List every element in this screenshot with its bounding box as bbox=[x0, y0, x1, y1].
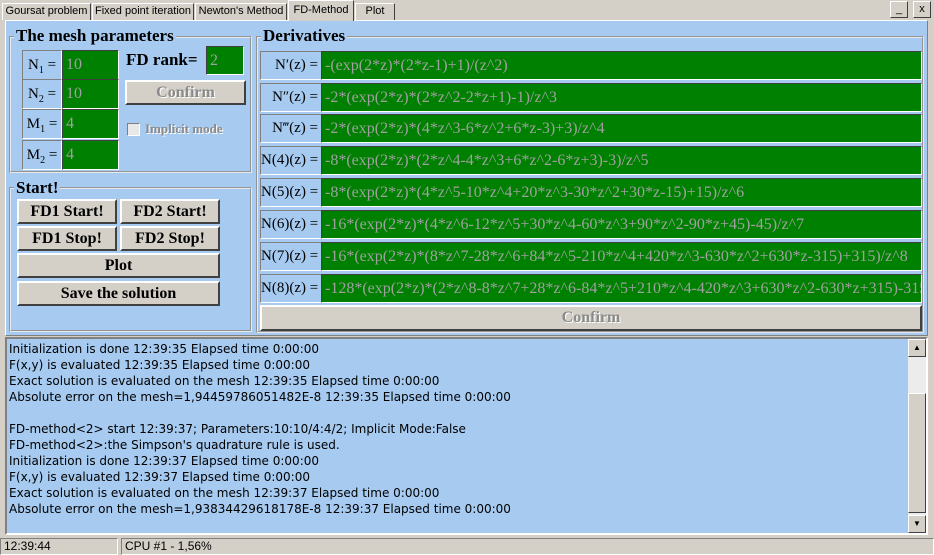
implicit-mode-label: Implicit mode bbox=[145, 121, 223, 136]
log-line: FD-method<2>:the Simpson's quadrature ru… bbox=[9, 438, 340, 452]
derivative-label-8: N(8)(z) = bbox=[260, 274, 322, 303]
n1-label-name: N bbox=[27, 57, 39, 73]
start-title: Start! bbox=[14, 178, 61, 197]
derivative-field-5[interactable]: -8*(exp(2*z)*(4*z^5-10*z^4+20*z^3-30*z^2… bbox=[321, 178, 922, 207]
log-line: Initialization is done 12:39:37 Elapsed … bbox=[9, 454, 320, 468]
tab-strip: Goursat problem Fixed point iteration Ne… bbox=[0, 0, 934, 21]
minimize-button[interactable]: _ bbox=[890, 1, 908, 18]
derivative-label-7: N(7)(z) = bbox=[260, 242, 322, 271]
plot-button[interactable]: Plot bbox=[17, 253, 220, 278]
status-time: 12:39:44 bbox=[0, 538, 118, 555]
tab-plot[interactable]: Plot bbox=[355, 3, 395, 20]
log-line: Absolute error on the mesh=1,93834429618… bbox=[9, 502, 511, 516]
mesh-parameters-title: The mesh parameters bbox=[14, 26, 176, 45]
implicit-mode-checkbox[interactable] bbox=[127, 123, 140, 136]
fd2-stop-button[interactable]: FD2 Stop! bbox=[120, 226, 220, 251]
fd1-start-button[interactable]: FD1 Start! bbox=[17, 199, 117, 224]
derivative-label-1: N′(z) = bbox=[260, 51, 322, 80]
m1-field[interactable]: 4 bbox=[62, 109, 119, 139]
derivative-field-8[interactable]: -128*(exp(2*z)*(2*z^8-8*z^7+28*z^6-84*z^… bbox=[321, 274, 922, 303]
log-line: Initialization is done 12:39:35 Elapsed … bbox=[9, 342, 320, 356]
derivatives-title: Derivatives bbox=[261, 26, 348, 45]
n1-label-sub: 1 bbox=[38, 65, 44, 76]
tab-goursat-problem[interactable]: Goursat problem bbox=[2, 3, 91, 20]
n2-field[interactable]: 10 bbox=[62, 79, 119, 109]
fd2-start-button[interactable]: FD2 Start! bbox=[120, 199, 220, 224]
log-line: Exact solution is evaluated on the mesh … bbox=[9, 486, 440, 500]
derivative-field-4[interactable]: -8*(exp(2*z)*(2*z^4-4*z^3+6*z^2-6*z+3)-3… bbox=[321, 146, 922, 175]
log-line: Absolute error on the mesh=1,94459786051… bbox=[9, 390, 511, 404]
fd-rank-field[interactable]: 2 bbox=[206, 46, 244, 75]
n2-label-name: N bbox=[27, 86, 39, 102]
m2-field[interactable]: 4 bbox=[62, 140, 119, 170]
status-cpu: CPU #1 - 1,56% bbox=[121, 538, 934, 555]
derivative-field-3[interactable]: -2*(exp(2*z)*(4*z^3-6*z^2+6*z-3)+3)/z^4 bbox=[321, 114, 922, 143]
n1-label: N1 = bbox=[22, 50, 62, 80]
fd1-stop-button[interactable]: FD1 Stop! bbox=[17, 226, 117, 251]
tab-fd-method[interactable]: FD-Method bbox=[288, 0, 354, 21]
derivative-field-6[interactable]: -16*(exp(2*z)*(4*z^6-12*z^5+30*z^4-60*z^… bbox=[321, 210, 922, 239]
scroll-thumb[interactable] bbox=[908, 393, 926, 513]
fd-rank-label: FD rank= bbox=[126, 50, 198, 69]
derivative-field-1[interactable]: -(exp(2*z)*(2*z-1)+1)/(z^2) bbox=[321, 51, 922, 80]
log-line: F(x,y) is evaluated 12:39:35 Elapsed tim… bbox=[9, 358, 310, 372]
log-area[interactable]: Initialization is done 12:39:35 Elapsed … bbox=[5, 337, 928, 535]
log-line: FD-method<2> start 12:39:37; Parameters:… bbox=[9, 422, 466, 436]
scroll-up-icon[interactable]: ▲ bbox=[908, 339, 926, 357]
derivative-label-5: N(5)(z) = bbox=[260, 178, 322, 207]
derivative-label-3: N‴(z) = bbox=[260, 114, 322, 143]
log-scrollbar[interactable]: ▲ ▼ bbox=[908, 339, 926, 533]
m1-label: M1 = bbox=[22, 109, 62, 139]
m2-label: M2 = bbox=[22, 140, 62, 170]
n1-field[interactable]: 10 bbox=[62, 50, 119, 80]
m1-label-sub: 1 bbox=[40, 124, 46, 135]
save-solution-button[interactable]: Save the solution bbox=[17, 281, 220, 306]
derivative-field-2[interactable]: -2*(exp(2*z)*(2*z^2-2*z+1)-1)/z^3 bbox=[321, 83, 922, 112]
tab-fixed-point-iteration[interactable]: Fixed point iteration bbox=[92, 3, 194, 20]
scroll-down-icon[interactable]: ▼ bbox=[908, 515, 926, 533]
log-line: Exact solution is evaluated on the mesh … bbox=[9, 374, 440, 388]
derivative-label-2: N″(z) = bbox=[260, 83, 322, 112]
fd-method-panel: The mesh parameters N1 = 10 N2 = 10 M1 =… bbox=[5, 20, 928, 336]
tab-newtons-method[interactable]: Newton's Method bbox=[195, 3, 287, 20]
n2-label-sub: 2 bbox=[38, 94, 44, 105]
m1-label-name: M bbox=[26, 116, 41, 132]
derivative-label-4: N(4)(z) = bbox=[260, 146, 322, 175]
derivatives-confirm-button[interactable]: Confirm bbox=[260, 305, 922, 331]
close-button[interactable]: x bbox=[913, 1, 931, 18]
status-bar: 12:39:44 CPU #1 - 1,56% bbox=[0, 537, 934, 555]
derivative-field-7[interactable]: -16*(exp(2*z)*(8*z^7-28*z^6+84*z^5-210*z… bbox=[321, 242, 922, 271]
log-text: Initialization is done 12:39:35 Elapsed … bbox=[9, 341, 907, 517]
m2-label-sub: 2 bbox=[40, 155, 46, 166]
log-line: F(x,y) is evaluated 12:39:37 Elapsed tim… bbox=[9, 470, 310, 484]
derivative-label-6: N(6)(z) = bbox=[260, 210, 322, 239]
mesh-confirm-button[interactable]: Confirm bbox=[125, 80, 246, 105]
m2-label-name: M bbox=[26, 147, 41, 163]
n2-label: N2 = bbox=[22, 79, 62, 109]
